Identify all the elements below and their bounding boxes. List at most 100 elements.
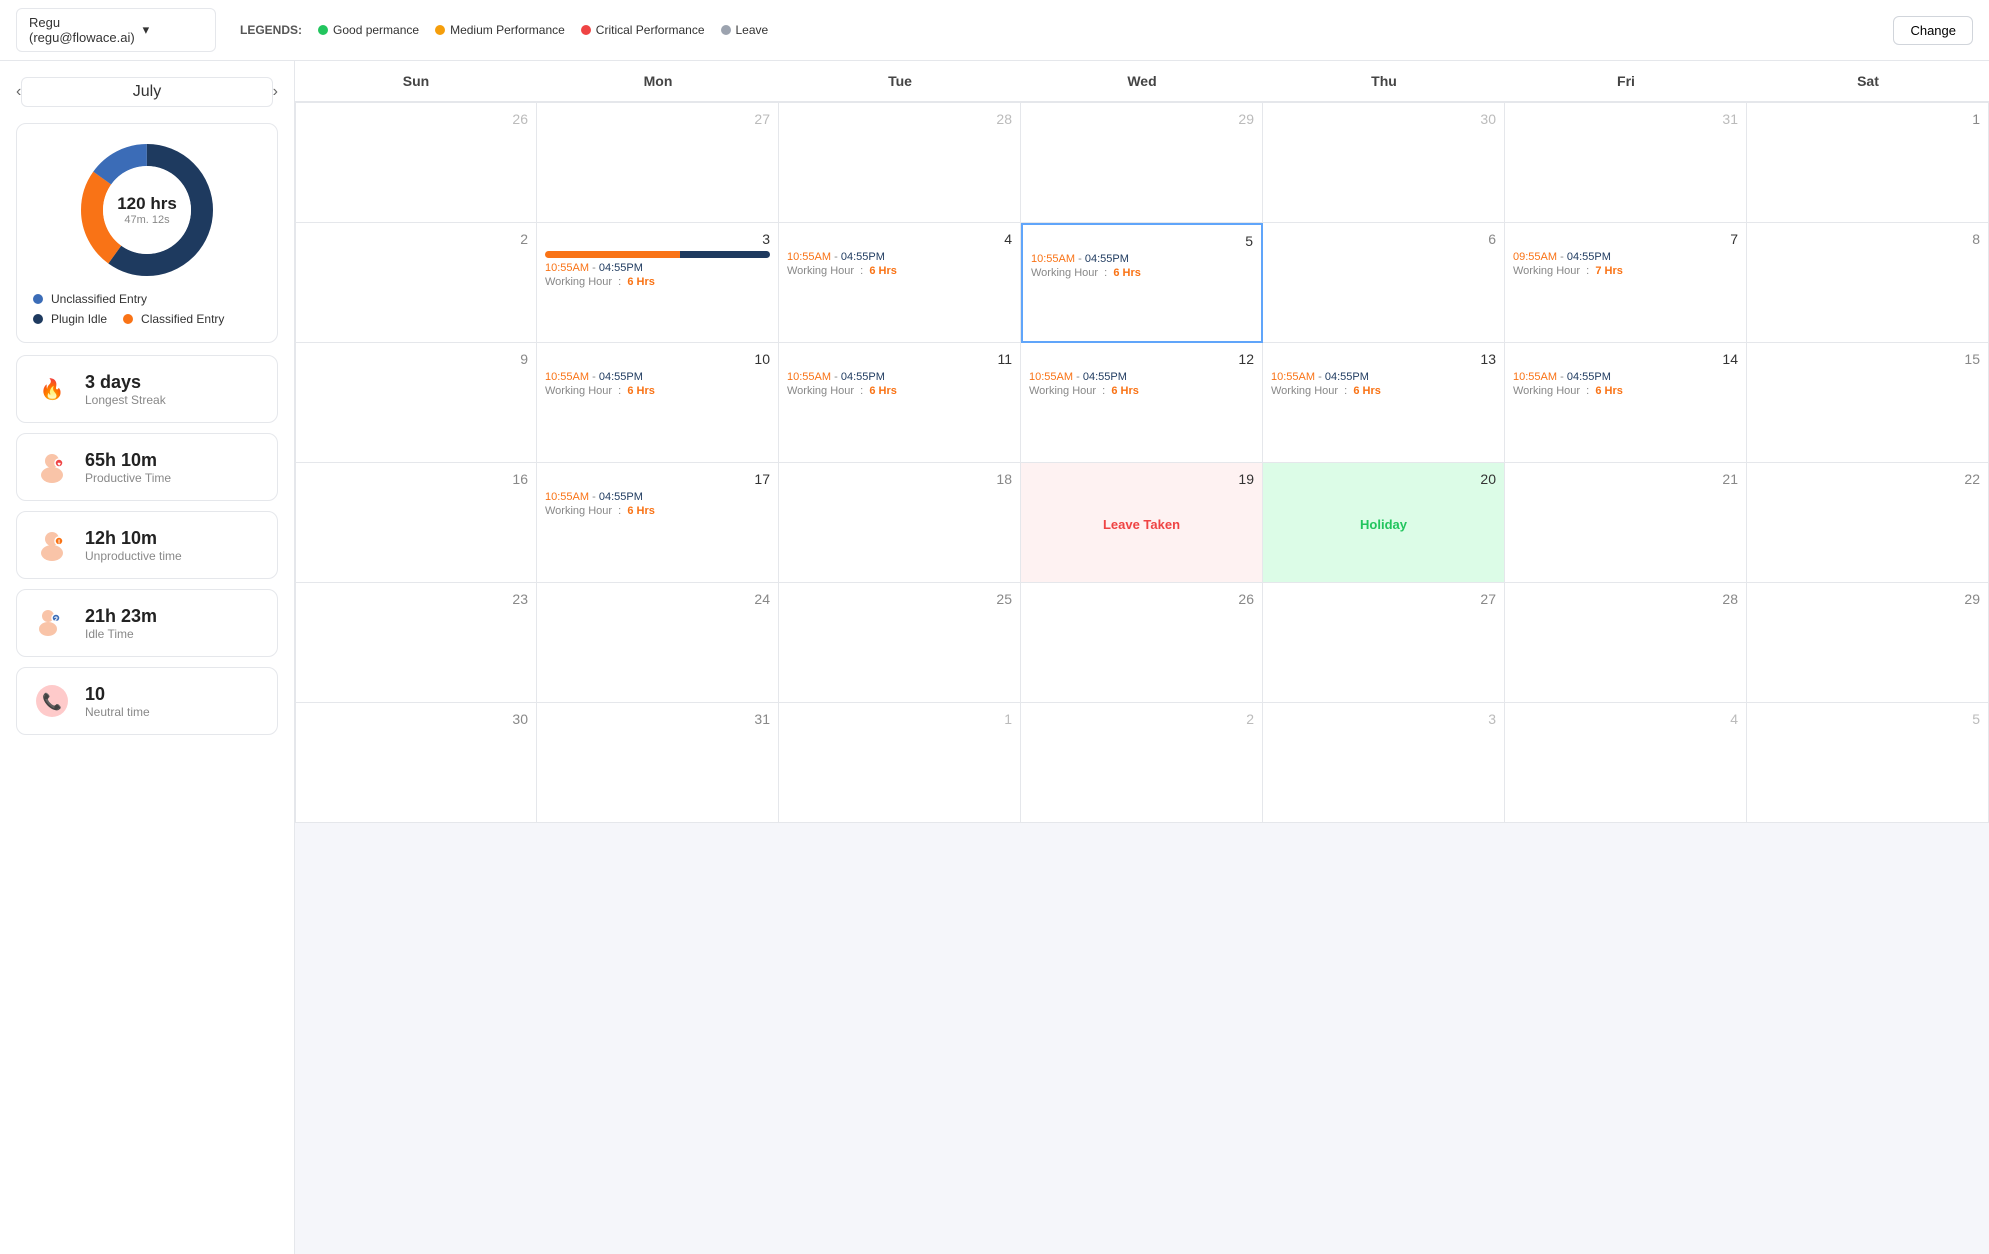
calendar-cell[interactable]: 6 [1263,223,1505,343]
cell-date: 11 [787,351,1012,367]
calendar-cell[interactable]: 1710:55AM - 04:55PMWorking Hour : 6 Hrs [537,463,779,583]
calendar-cell[interactable]: 26 [1021,583,1263,703]
cell-date: 2 [304,231,528,247]
cell-date: 13 [1271,351,1496,367]
calendar-cell[interactable]: 3 [1263,703,1505,823]
header-mon: Mon [537,61,779,101]
calendar-cell[interactable]: 1210:55AM - 04:55PMWorking Hour : 6 Hrs [1021,343,1263,463]
calendar-cell[interactable]: 28 [1505,583,1747,703]
calendar-cell[interactable]: 2 [295,223,537,343]
calendar-cell[interactable]: 1110:55AM - 04:55PMWorking Hour : 6 Hrs [779,343,1021,463]
calendar-cell[interactable]: 1 [1747,103,1989,223]
neutral-icon: 📞 [33,682,71,720]
stat-unproductive: ! 12h 10m Unproductive time [16,511,278,579]
cell-date: 31 [545,711,770,727]
calendar-cell[interactable]: 16 [295,463,537,583]
cell-date: 27 [1271,591,1496,607]
cell-date: 4 [787,231,1012,247]
calendar-cell[interactable]: 1 [779,703,1021,823]
calendar-cell[interactable]: 28 [779,103,1021,223]
calendar-cell[interactable]: 29 [1021,103,1263,223]
calendar-cell[interactable]: 20Holiday [1263,463,1505,583]
cell-time: 10:55AM - 04:55PM [545,262,770,274]
calendar-cell[interactable]: 19Leave Taken [1021,463,1263,583]
chart-card: 120 hrs 47m. 12s Unclassified Entry Plug… [16,123,278,343]
idle-label: Idle Time [85,627,157,641]
calendar-cell[interactable]: 13 10:55AM - 04:55PM Working Hour : 6 Hrs [1263,343,1505,463]
cell-date: 4 [1513,711,1738,727]
calendar-cell[interactable]: 5 [1747,703,1989,823]
cell-date: 8 [1755,231,1980,247]
cell-date: 12 [1029,351,1254,367]
cell-date: 24 [545,591,770,607]
calendar-cell[interactable]: 30 [1263,103,1505,223]
cell-working-hours: Working Hour : 7 Hrs [1513,265,1738,277]
cell-date: 5 [1031,233,1253,249]
calendar-cell[interactable]: 4 [1505,703,1747,823]
cell-working-hours: Working Hour : 6 Hrs [1513,385,1738,397]
cell-date: 27 [545,111,770,127]
calendar-cell[interactable]: 15 [1747,343,1989,463]
cell-working-hours: Working Hour : 6 Hrs [1271,385,1496,397]
cell-date: 1 [1755,111,1980,127]
calendar-cell[interactable]: 9 [295,343,537,463]
idle-value: 21h 23m [85,606,157,627]
sidebar: ‹ July › [0,61,295,1254]
calendar-cell[interactable]: 22 [1747,463,1989,583]
calendar-cell[interactable]: 510:55AM - 04:55PMWorking Hour : 6 Hrs [1021,223,1263,343]
unproductive-icon: ! [33,526,71,564]
calendar-cell[interactable]: 31 [537,703,779,823]
calendar-cell[interactable]: 410:55AM - 04:55PMWorking Hour : 6 Hrs [779,223,1021,343]
cell-time: 10:55AM - 04:55PM [1513,371,1738,383]
next-month-button[interactable]: › [273,83,278,101]
calendar-cell[interactable]: 31 [1505,103,1747,223]
cell-time: 10:55AM - 04:55PM [1271,371,1496,383]
calendar-cell[interactable]: 25 [779,583,1021,703]
header-wed: Wed [1021,61,1263,101]
calendar-cell[interactable]: 21 [1505,463,1747,583]
calendar-cell[interactable]: 27 [1263,583,1505,703]
donut-legends: Unclassified Entry Plugin Idle Classifie… [33,292,261,326]
svg-text:♥: ♥ [57,462,61,468]
chart-hrs: 120 hrs [117,194,177,214]
leave-label: Leave [736,23,769,37]
calendar-cell[interactable]: 29 [1747,583,1989,703]
legend-medium: Medium Performance [435,23,565,37]
calendar-cell[interactable]: 709:55AM - 04:55PMWorking Hour : 7 Hrs [1505,223,1747,343]
calendar-cell[interactable]: 1010:55AM - 04:55PMWorking Hour : 6 Hrs [537,343,779,463]
cell-working-hours: Working Hour : 6 Hrs [787,385,1012,397]
cell-date: 16 [304,471,528,487]
streak-label: Longest Streak [85,393,166,407]
good-dot [318,25,328,35]
cell-time: 10:55AM - 04:55PM [1029,371,1254,383]
cell-date: 23 [304,591,528,607]
medium-label: Medium Performance [450,23,565,37]
user-selector[interactable]: Regu (regu@flowace.ai) ▾ [16,8,216,52]
calendar: Sun Mon Tue Wed Thu Fri Sat 262728293031… [295,61,1989,1254]
cell-date: 14 [1513,351,1738,367]
stat-idle: 2 21h 23m Idle Time [16,589,278,657]
calendar-cell[interactable]: 18 [779,463,1021,583]
calendar-cell[interactable]: 23 [295,583,537,703]
calendar-cell[interactable]: 27 [537,103,779,223]
calendar-cell[interactable]: 30 [295,703,537,823]
cell-date: 3 [545,231,770,247]
calendar-cell[interactable]: 14 10:55AM - 04:55PM Working Hour : 6 Hrs [1505,343,1747,463]
cell-date: 9 [304,351,528,367]
change-button[interactable]: Change [1893,16,1973,45]
month-label: July [21,77,272,107]
cell-date: 10 [545,351,770,367]
stat-productive: ♥ 65h 10m Productive Time [16,433,278,501]
calendar-cell[interactable]: 310:55AM - 04:55PMWorking Hour : 6 Hrs [537,223,779,343]
medium-dot [435,25,445,35]
calendar-cell[interactable]: 24 [537,583,779,703]
calendar-cell[interactable]: 2 [1021,703,1263,823]
calendar-cell[interactable]: 26 [295,103,537,223]
cell-date: 5 [1755,711,1980,727]
cell-date: 15 [1755,351,1980,367]
legend-critical: Critical Performance [581,23,705,37]
calendar-cell[interactable]: 8 [1747,223,1989,343]
cell-date: 19 [1029,471,1254,487]
header-fri: Fri [1505,61,1747,101]
holiday-label: Holiday [1271,517,1496,532]
